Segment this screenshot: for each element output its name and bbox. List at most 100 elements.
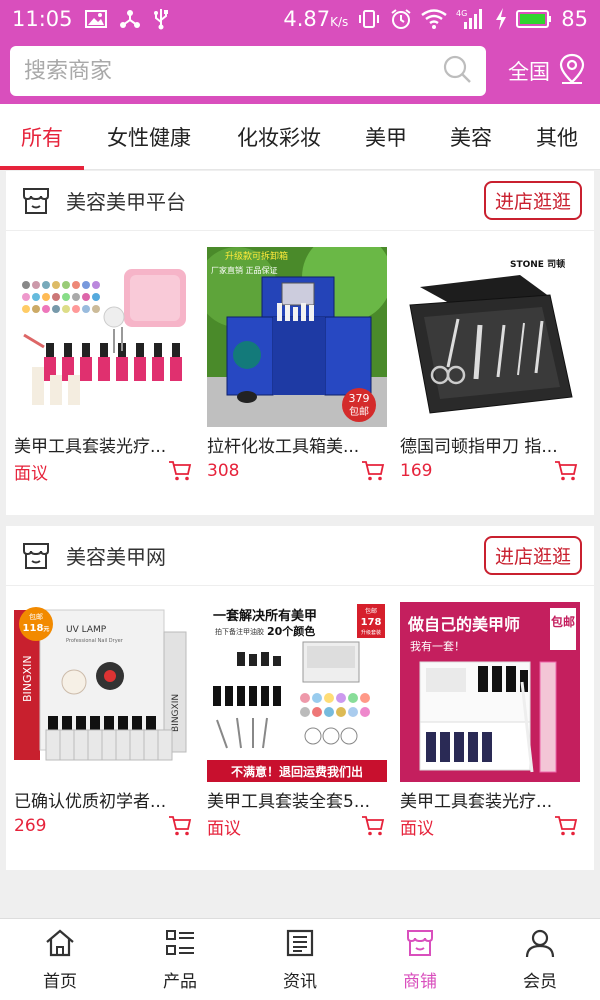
shop-icon xyxy=(404,928,436,963)
shop-name: 美容美甲平台 xyxy=(66,190,186,214)
region-selector[interactable]: 全国 xyxy=(508,53,590,90)
svg-text:STONE 司顿: STONE 司顿 xyxy=(510,258,565,270)
wifi-icon xyxy=(421,9,447,29)
svg-text:我有一套！: 我有一套！ xyxy=(410,639,465,653)
svg-text:一套解决所有美甲: 一套解决所有美甲 xyxy=(213,608,317,624)
tab-member[interactable]: 会员 xyxy=(480,919,600,1000)
cart-icon[interactable] xyxy=(361,460,385,482)
store-icon xyxy=(20,185,52,217)
tab-other[interactable]: 其他 xyxy=(514,104,600,170)
tab-shops[interactable]: 商铺 xyxy=(360,919,480,1000)
svg-text:不满意！退回运费我们出: 不满意！退回运费我们出 xyxy=(231,764,363,779)
product-price: 面议 xyxy=(207,818,241,839)
product-image[interactable]: 做自己的美甲师 我有一套！ 包邮 xyxy=(400,602,580,782)
tab-news[interactable]: 资讯 xyxy=(240,919,360,1000)
svg-text:4G: 4G xyxy=(456,9,467,18)
battery-percent: 85 xyxy=(561,7,588,31)
share-icon xyxy=(119,9,141,29)
tab-beauty[interactable]: 美容 xyxy=(428,104,514,170)
svg-text:做自己的美甲师: 做自己的美甲师 xyxy=(407,615,520,634)
store-icon xyxy=(20,540,52,572)
product-list: BINGXIN 包邮 118元 UV LAMP Professional Nai… xyxy=(6,586,594,839)
alarm-icon xyxy=(390,8,412,30)
tab-womens-health[interactable]: 女性健康 xyxy=(84,104,214,170)
svg-text:升级款可拆卸箱: 升级款可拆卸箱 xyxy=(225,250,288,262)
svg-text:拍下备注甲油胶: 拍下备注甲油胶 xyxy=(215,627,264,636)
tab-nails[interactable]: 美甲 xyxy=(344,104,428,170)
product-name[interactable]: 拉杆化妆工具箱美... xyxy=(207,435,387,459)
product-image[interactable]: BINGXIN 包邮 118元 UV LAMP Professional Nai… xyxy=(14,602,194,782)
cart-icon[interactable] xyxy=(554,815,578,837)
tab-products[interactable]: 产品 xyxy=(120,919,240,1000)
bottom-tab-bar: 首页 产品 资讯 商铺 会员 xyxy=(0,918,600,1000)
tab-all[interactable]: 所有 xyxy=(0,104,84,170)
cart-icon[interactable] xyxy=(554,460,578,482)
shop-header: 美容美甲平台 进店逛逛 xyxy=(6,171,594,231)
tab-home[interactable]: 首页 xyxy=(0,919,120,1000)
product-card[interactable]: 美甲工具套装光疗... 面议 xyxy=(14,247,194,484)
home-icon xyxy=(44,928,76,963)
product-card[interactable]: STONE 司顿 德国司顿指甲刀 指... 169 xyxy=(400,247,580,483)
status-bar: 11:05 4.87K/s 4G 85 xyxy=(0,0,600,38)
cart-icon[interactable] xyxy=(361,815,385,837)
svg-text:包邮: 包邮 xyxy=(29,612,43,621)
search-icon[interactable] xyxy=(442,54,472,88)
svg-text:包邮: 包邮 xyxy=(365,607,377,615)
product-name[interactable]: 已确认优质初学者... xyxy=(14,790,194,814)
cart-icon[interactable] xyxy=(168,815,192,837)
svg-text:包邮: 包邮 xyxy=(550,614,575,629)
list-grid-icon xyxy=(164,928,196,963)
product-card[interactable]: BINGXIN 包邮 118元 UV LAMP Professional Nai… xyxy=(14,602,194,838)
product-card[interactable]: 升级款可拆卸箱 厂家直销 正品保证 379 包邮 拉杆化妆工具箱美... 308 xyxy=(207,247,387,483)
product-price: 面议 xyxy=(400,818,434,839)
region-label: 全国 xyxy=(508,60,550,84)
svg-text:379: 379 xyxy=(349,392,370,405)
product-price: 面议 xyxy=(14,463,48,484)
product-image[interactable]: 升级款可拆卸箱 厂家直销 正品保证 379 包邮 xyxy=(207,247,387,427)
svg-text:UV LAMP: UV LAMP xyxy=(66,625,107,635)
network-speed: 4.87K/s xyxy=(283,7,349,31)
product-image[interactable]: 一套解决所有美甲 拍下备注甲油胶 20个颜色 包邮 178 升级套装 不满意！退… xyxy=(207,602,387,782)
product-name[interactable]: 德国司顿指甲刀 指... xyxy=(400,435,580,459)
location-pin-icon xyxy=(558,53,586,90)
category-tabs: 所有 女性健康 化妆彩妆 美甲 美容 其他 xyxy=(0,104,600,170)
product-price: 308 xyxy=(207,461,240,481)
svg-text:BINGXIN: BINGXIN xyxy=(21,655,34,702)
svg-text:包邮: 包邮 xyxy=(349,405,369,418)
visit-shop-button[interactable]: 进店逛逛 xyxy=(483,536,582,575)
search-box[interactable] xyxy=(10,46,486,96)
user-icon xyxy=(524,928,556,963)
usb-icon xyxy=(153,8,169,30)
product-name[interactable]: 美甲工具套装光疗... xyxy=(14,435,194,459)
product-list: 美甲工具套装光疗... 面议 升级款可拆卸箱 厂家直销 正品保证 379 包邮 … xyxy=(6,231,594,484)
search-header: 全国 xyxy=(0,38,600,104)
charging-icon xyxy=(495,8,507,30)
product-image[interactable] xyxy=(14,247,194,427)
battery-icon xyxy=(516,9,552,29)
product-price: 269 xyxy=(14,816,47,836)
product-image[interactable]: STONE 司顿 xyxy=(400,247,580,427)
svg-text:20个颜色: 20个颜色 xyxy=(267,624,315,638)
visit-shop-button[interactable]: 进店逛逛 xyxy=(483,181,582,220)
tab-label: 产品 xyxy=(163,971,197,992)
cart-icon[interactable] xyxy=(168,460,192,482)
product-name[interactable]: 美甲工具套装全套5... xyxy=(207,790,387,814)
search-input[interactable] xyxy=(24,58,442,84)
product-card[interactable]: 做自己的美甲师 我有一套！ 包邮 美甲工具套装光疗... 面议 xyxy=(400,602,580,839)
shop-name: 美容美甲网 xyxy=(66,545,166,569)
shop-card: 美容美甲网 进店逛逛 BINGXIN 包邮 118元 UV LAMP Profe… xyxy=(6,526,594,870)
svg-text:BINGXIN: BINGXIN xyxy=(171,694,181,732)
shop-card: 美容美甲平台 进店逛逛 美甲工具套装光疗... 面议 升级款可拆卸箱 厂家直销 … xyxy=(6,171,594,515)
shop-header: 美容美甲网 进店逛逛 xyxy=(6,526,594,586)
product-price: 169 xyxy=(400,461,433,481)
tab-label: 商铺 xyxy=(403,971,437,992)
svg-text:升级套装: 升级套装 xyxy=(361,629,381,636)
svg-text:Professional Nail Dryer: Professional Nail Dryer xyxy=(66,638,124,644)
tab-label: 资讯 xyxy=(283,971,317,992)
tab-label: 会员 xyxy=(523,971,557,992)
product-card[interactable]: 一套解决所有美甲 拍下备注甲油胶 20个颜色 包邮 178 升级套装 不满意！退… xyxy=(207,602,387,839)
news-icon xyxy=(284,928,316,963)
product-name[interactable]: 美甲工具套装光疗... xyxy=(400,790,580,814)
image-icon xyxy=(84,10,107,28)
tab-cosmetics[interactable]: 化妆彩妆 xyxy=(214,104,344,170)
